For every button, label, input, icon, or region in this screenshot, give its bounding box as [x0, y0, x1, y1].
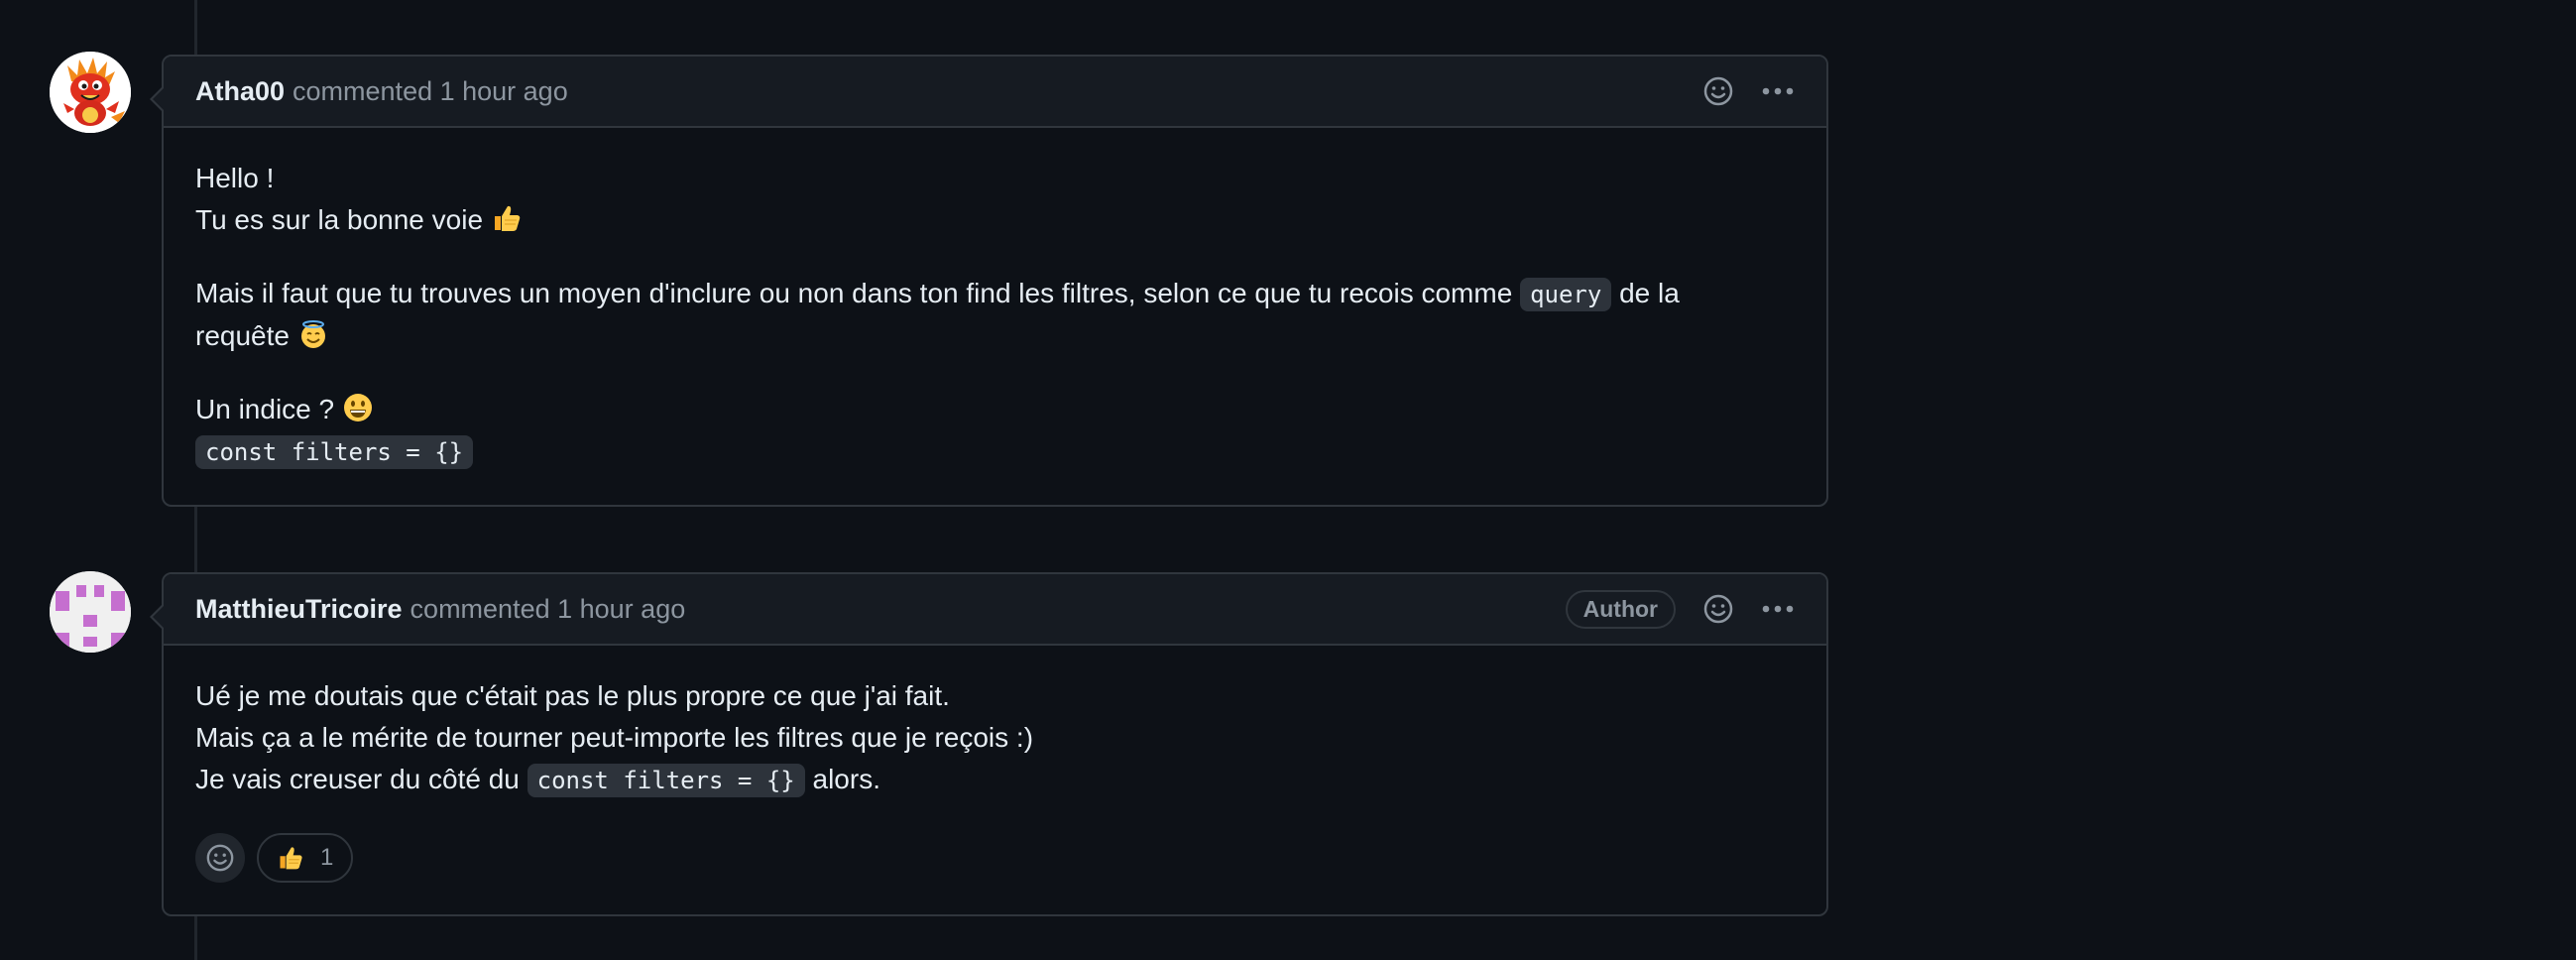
- thumbs-up-emoji: [280, 847, 302, 870]
- grinning-face-emoji: [343, 394, 372, 421]
- comment-paragraph: Mais il faut que tu trouves un moyen d'i…: [195, 273, 1795, 357]
- kebab-horizontal-icon[interactable]: [1761, 592, 1795, 626]
- comment-box: Atha00 commented 1 hour ago Hello ! Tu e…: [150, 55, 1828, 507]
- advice-text: Mais il faut que tu trouves un moyen d'i…: [195, 278, 1513, 308]
- identicon-avatar[interactable]: [50, 571, 131, 653]
- greeting-text: Hello !: [195, 163, 275, 193]
- author-badge: Author: [1565, 589, 1676, 629]
- comment-paragraph: Hello ! Tu es sur la bonne voie: [195, 158, 1795, 241]
- reactions-bar: 1: [195, 833, 1795, 883]
- smiley-icon[interactable]: [1701, 592, 1735, 626]
- kebab-horizontal-icon[interactable]: [1761, 74, 1795, 108]
- comment-actions: [1701, 74, 1795, 108]
- comment-header: Atha00 commented 1 hour ago: [164, 57, 1826, 128]
- thumbs-up-emoji: [494, 205, 521, 231]
- reply-line-2: Mais ça a le mérite de tourner peut-impo…: [195, 722, 1034, 753]
- reply-line-3: Je vais creuser du côté du: [195, 764, 520, 794]
- reply-line-1: Ué je me doutais que c'était pas le plus…: [195, 680, 950, 711]
- dragon-avatar[interactable]: [50, 52, 131, 133]
- comment-author[interactable]: MatthieuTricoire: [195, 594, 403, 625]
- comment-header: MatthieuTricoire commented 1 hour ago Au…: [164, 574, 1826, 646]
- encouragement-text: Tu es sur la bonne voie: [195, 204, 484, 235]
- smiling-face-with-halo-emoji: [300, 320, 325, 348]
- timeline: Atha00 commented 1 hour ago Hello ! Tu e…: [0, 0, 2576, 960]
- comment-actions: Author: [1565, 589, 1795, 629]
- advice-text-line2: requête: [195, 320, 290, 351]
- reaction-thumbs-up-button[interactable]: 1: [257, 833, 354, 883]
- advice-text-end: de la: [1619, 278, 1680, 308]
- add-reaction-button[interactable]: [195, 833, 245, 883]
- inline-code-query: query: [1520, 278, 1612, 311]
- smiley-icon[interactable]: [1701, 74, 1735, 108]
- comment-box: MatthieuTricoire commented 1 hour ago Au…: [150, 572, 1828, 916]
- reply-line-3-end: alors.: [812, 764, 880, 794]
- comment-author[interactable]: Atha00: [195, 76, 285, 107]
- inline-code-filters: const filters = {}: [527, 764, 805, 797]
- hint-text: Un indice ?: [195, 394, 335, 424]
- comment-body: Ué je me doutais que c'était pas le plus…: [164, 646, 1826, 914]
- comment-timestamp[interactable]: commented 1 hour ago: [293, 76, 568, 107]
- comment-paragraph: Un indice ? const filters = {}: [195, 389, 1795, 473]
- comment-body: Hello ! Tu es sur la bonne voie Mais il …: [164, 128, 1826, 505]
- smiley-icon: [206, 844, 234, 872]
- comment-timestamp[interactable]: commented 1 hour ago: [410, 594, 686, 625]
- reaction-count: 1: [320, 844, 334, 871]
- comment-paragraph: Ué je me doutais que c'était pas le plus…: [195, 675, 1795, 801]
- inline-code-filters: const filters = {}: [195, 435, 474, 469]
